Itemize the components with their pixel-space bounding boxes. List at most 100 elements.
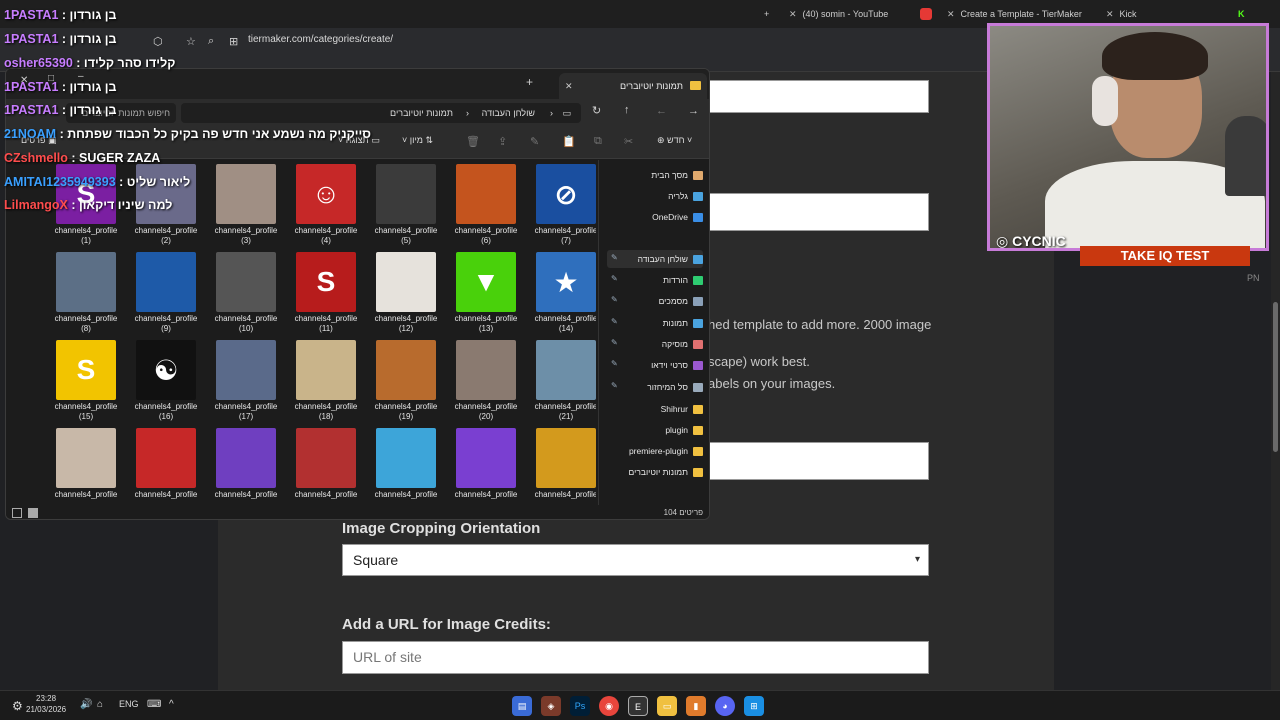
close-icon[interactable]: ✕ <box>789 9 797 19</box>
file-thumbnail: ⊘ <box>536 164 596 224</box>
windows-icon[interactable]: ⊞ <box>744 696 764 716</box>
sidebar-item[interactable]: Shihrur <box>661 400 703 418</box>
file-item[interactable]: Schannels4_profile (15) <box>36 336 117 422</box>
zoom-icon[interactable]: ⌕ <box>208 35 214 48</box>
folder-icon <box>693 192 703 202</box>
keyboard-icon[interactable]: ⌨ <box>147 699 161 710</box>
sidebar-item[interactable]: הורדות <box>663 271 703 289</box>
folder-app-icon[interactable]: ▮ <box>686 696 706 716</box>
breadcrumb-item[interactable]: שולחן העבודה <box>482 103 535 123</box>
epic-games-icon[interactable]: E <box>628 696 648 716</box>
volume-icon[interactable]: 🔊 <box>80 699 92 710</box>
delete-icon[interactable]: 🗑 <box>466 135 480 148</box>
wifi-icon[interactable]: ⌂ <box>97 699 103 710</box>
up-icon[interactable]: ↑ <box>624 104 630 116</box>
breadcrumb[interactable]: ▭ › שולחן העבודה › תמונות יוטיוברים <box>181 103 581 123</box>
notepad-icon[interactable]: ▤ <box>512 696 532 716</box>
sidebar-item[interactable]: OneDrive <box>652 208 703 226</box>
share-icon[interactable]: ⇪ <box>498 135 507 148</box>
new-label: חדש <box>667 135 685 145</box>
chat-text: בן גורדון <box>69 103 117 117</box>
sidebar-item-label: Shihrur <box>660 404 688 414</box>
file-number: (1) <box>81 236 91 245</box>
url-input[interactable]: URL of site <box>342 641 929 674</box>
chat-message: AMITAI1235949393 : ליאור שליט <box>4 175 190 189</box>
rename-icon[interactable]: ✎ <box>530 135 539 148</box>
breadcrumb-item[interactable]: תמונות יוטיוברים <box>390 103 453 123</box>
paste-icon[interactable]: 📋 <box>562 135 576 148</box>
pin-icon[interactable]: ✎ <box>611 274 618 283</box>
copy-icon[interactable]: ⧉ <box>594 135 602 148</box>
file-item[interactable]: channels4_profile <box>36 424 117 505</box>
pin-icon[interactable]: ✎ <box>611 338 618 347</box>
pin-icon[interactable]: ✎ <box>611 359 618 368</box>
back-icon[interactable]: → <box>688 105 699 117</box>
sidebar-item[interactable]: גלריה <box>668 187 703 205</box>
sidebar-item[interactable]: premiere-plugin <box>629 442 703 460</box>
close-icon[interactable]: ✕ <box>947 9 955 19</box>
settings-icon[interactable]: ⚙ <box>12 699 23 713</box>
sidebar-item[interactable]: מסמכים <box>659 292 703 310</box>
folder-icon <box>693 383 703 393</box>
discord-icon[interactable]: ◕ <box>715 696 735 716</box>
chat-message: 1PASTA1 : בן גורדון <box>4 103 117 117</box>
new-button[interactable]: ⊕ חדש ˅ <box>657 135 692 146</box>
tiles-view-icon[interactable] <box>28 508 38 518</box>
chat-text: סייקניק מה נשמע אני חדש פה בקיק כל הכבוד… <box>67 127 372 141</box>
pin-icon[interactable]: ✎ <box>611 381 618 390</box>
chrome-icon[interactable]: ◉ <box>599 696 619 716</box>
file-item[interactable]: channels4_profile (8) <box>36 248 117 334</box>
corner-label: PN <box>1247 273 1260 283</box>
extensions-icon[interactable]: ⬡ <box>153 35 163 48</box>
sidebar-item-label: סל המיחזור <box>647 382 688 392</box>
clock[interactable]: 23:28 21/03/2026 <box>26 693 66 715</box>
pin-icon[interactable]: ✎ <box>611 253 618 262</box>
app-icon[interactable]: ◈ <box>541 696 561 716</box>
folder-icon <box>693 276 703 286</box>
tab-tiermaker[interactable]: ✕ Create a Template - TierMaker <box>947 4 1082 24</box>
refresh-icon[interactable]: ↻ <box>592 104 601 117</box>
info-text-2: scape) work best. <box>708 354 810 369</box>
file-thumbnail: S <box>56 340 116 400</box>
folder-icon <box>693 319 703 329</box>
pin-icon[interactable]: ✎ <box>611 317 618 326</box>
sidebar-item[interactable]: שולחן העבודה <box>607 250 703 268</box>
details-view-icon[interactable] <box>12 508 22 518</box>
tab-youtube[interactable]: ✕ (40) somin - YouTube <box>789 4 888 24</box>
sidebar-item[interactable]: מוסיקה <box>662 335 703 353</box>
forward-icon[interactable]: ← <box>656 105 667 117</box>
photoshop-icon[interactable]: Ps <box>570 696 590 716</box>
sidebar-item[interactable]: סל המיחזור <box>647 378 703 396</box>
chat-text: בן גורדון <box>69 80 117 94</box>
scrollbar-thumb[interactable] <box>1273 302 1278 452</box>
sidebar-item[interactable]: plugin <box>665 421 703 439</box>
tab-label: Create a Template - TierMaker <box>960 9 1082 19</box>
close-icon[interactable]: ✕ <box>1106 9 1114 19</box>
chat-username: AMITAI1235949393 <box>4 175 116 189</box>
page-scrollbar[interactable] <box>1271 72 1280 690</box>
close-icon[interactable]: ✕ <box>565 73 573 99</box>
sidebar-item[interactable]: מסך הבית <box>651 166 703 184</box>
cropping-select[interactable]: Square ▾ <box>342 544 929 576</box>
language-indicator[interactable]: ENG <box>119 699 139 709</box>
sidebar-item[interactable]: תמונות יוטיוברים <box>629 463 703 481</box>
chat-separator: : <box>67 198 80 212</box>
url-text[interactable]: tiermaker.com/categories/create/ <box>248 34 393 45</box>
explorer-tab[interactable]: ✕ תמונות יוטיוברים <box>559 73 707 99</box>
sort-button[interactable]: ˅ מיון ⇅ <box>402 135 433 146</box>
chat-username: CZshmello <box>4 151 68 165</box>
chat-text: בן גורדון <box>69 8 117 22</box>
cut-icon[interactable]: ✂ <box>624 135 633 148</box>
sidebar-item[interactable]: סרטי וידאו <box>651 356 703 374</box>
file-explorer-icon[interactable]: ▭ <box>657 696 677 716</box>
chevron-up-icon[interactable]: ^ <box>169 699 174 710</box>
new-tab-button[interactable]: + <box>764 4 769 24</box>
site-info-icon[interactable]: ⊞ <box>229 35 238 48</box>
tab-kick[interactable]: ✕ Kick <box>1106 4 1137 24</box>
file-thumbnail <box>216 428 276 488</box>
new-tab-button[interactable]: + <box>526 75 533 89</box>
pin-icon[interactable]: ✎ <box>611 295 618 304</box>
sidebar-item[interactable]: תמונות <box>663 314 703 332</box>
sidebar-item-label: תמונות <box>662 318 688 328</box>
bookmark-star-icon[interactable]: ☆ <box>186 35 196 48</box>
